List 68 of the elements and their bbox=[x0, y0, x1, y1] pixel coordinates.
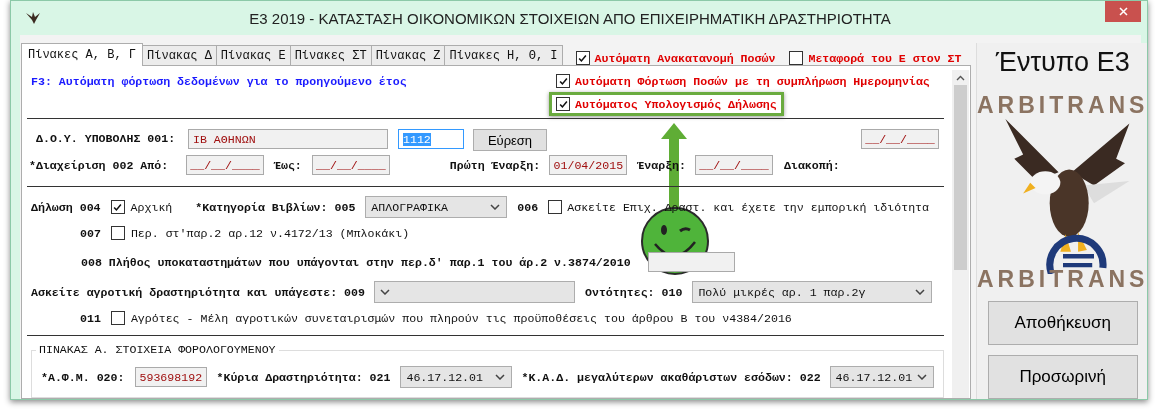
text-field[interactable]: __/__/____ bbox=[186, 155, 264, 175]
tab[interactable]: Πίνακες ΣΤ bbox=[289, 45, 372, 65]
form-title: Έντυπο Ε3 bbox=[995, 47, 1130, 78]
scrollbar[interactable] bbox=[952, 70, 969, 398]
logo-text: ARBITRANS bbox=[977, 92, 1147, 119]
dropdown[interactable]: Πολύ μικρές αρ. 1 παρ.2γ bbox=[692, 281, 933, 303]
caret-icon bbox=[915, 289, 926, 295]
caret-icon bbox=[379, 289, 390, 295]
option-label: Αυτόματος Υπολογισμός Δήλωσης bbox=[575, 97, 777, 111]
window-title: Ε3 2019 - ΚΑΤΑΣΤΑΣΗ ΟΙΚΟΝΟΜΙΚΩΝ ΣΤΟΙΧΕΙΩΝ ΑΠΟ ΕΠΙΧΕΙΡΗΜΑΤΙΚΗ ΔΡΑΣΤΗΡΙΟΤΗΤΑ bbox=[248, 9, 892, 27]
text-field[interactable]: ΙΒ ΑΘΗΝΩΝ bbox=[188, 129, 388, 149]
label: *Κύρια Δραστηριότητα: 021 bbox=[216, 370, 391, 384]
find-button[interactable]: Εύρεση bbox=[473, 129, 547, 151]
label: Δ.Ο.Υ. ΥΠΟΒΟΛΗΣ 001: bbox=[36, 132, 176, 145]
label: Έως: bbox=[274, 158, 302, 172]
checkbox[interactable] bbox=[556, 74, 570, 88]
label: Αγρότες - Μέλη αγροτικών συνεταιρισμών που πληρούν τις προϋποθέσεις του άρθρου Β του ν4384/2016 bbox=[130, 311, 792, 325]
text-field[interactable] bbox=[647, 252, 735, 272]
label: Διακοπή: bbox=[784, 158, 840, 172]
label: *Κ.Α.Δ. μεγαλύτερων ακαθάριστων εσόδων: 022 bbox=[521, 370, 821, 384]
tab[interactable]: Πίνακας Ε bbox=[215, 45, 291, 65]
text-field[interactable]: 593698192 bbox=[134, 367, 207, 387]
option-label: Αυτόματη Φόρτωση Ποσών με τη συμπλήρωση Ημερομηνίας bbox=[575, 74, 930, 88]
label: *Α.Φ.Μ. 020: bbox=[41, 370, 125, 384]
label: *Διαχείριση 002 Από: bbox=[29, 158, 169, 172]
label: Δήλωση 004 bbox=[31, 200, 101, 214]
option-label: Αυτόματη Ανακατανομή Ποσών bbox=[594, 51, 776, 65]
checkbox[interactable] bbox=[789, 51, 804, 65]
option-label: Μεταφορά του Ε στον ΣΤ bbox=[808, 51, 962, 65]
side-button[interactable]: Προσωρινή bbox=[987, 355, 1138, 399]
text-field[interactable]: __/__/____ bbox=[861, 129, 939, 149]
dropdown[interactable]: ΑΠΛΟΓΡΑΦΙΚΑ bbox=[365, 196, 508, 218]
checkbox[interactable] bbox=[110, 226, 125, 240]
label: 011 bbox=[80, 311, 101, 325]
label: *Κατηγορία Βιβλίων: 005 bbox=[195, 200, 356, 214]
caret-icon bbox=[495, 374, 506, 380]
logo-text: ARBITRANS bbox=[977, 266, 1147, 293]
label: Περ. στ'παρ.2 αρ.12 ν.4172/13 (Μπλοκάκι) bbox=[130, 226, 410, 240]
text-field[interactable]: __/__/____ bbox=[311, 155, 390, 175]
tab[interactable]: Πίνακας Ζ bbox=[370, 45, 446, 65]
tab[interactable]: Πίνακες Η, Θ, Ι bbox=[444, 45, 563, 65]
close-button[interactable] bbox=[1105, 1, 1141, 22]
checkbox[interactable] bbox=[110, 311, 125, 325]
text-field[interactable]: 01/04/2015 bbox=[549, 155, 628, 175]
side-button[interactable]: Αποθήκευση bbox=[987, 301, 1138, 345]
label: 008 Πλήθος υποκαταστημάτων που υπάγονται στην περ.δ' παρ.1 του άρ.2 ν.3874/2010 bbox=[81, 255, 631, 269]
eagle-icon bbox=[25, 11, 41, 25]
close-icon bbox=[1118, 7, 1128, 16]
hint-text: F3: Αυτόματη φόρτωση δεδομένων για το προηγούμενο έτος bbox=[31, 74, 408, 88]
label: Αρχική bbox=[130, 200, 173, 214]
tab[interactable]: Πίνακες Α, Β, Γ bbox=[21, 43, 144, 66]
checkbox[interactable] bbox=[110, 200, 125, 214]
caret-icon bbox=[916, 374, 927, 380]
label: Οντότητες: 010 bbox=[584, 285, 683, 299]
caret-icon bbox=[490, 204, 501, 210]
label: 007 bbox=[80, 226, 101, 240]
label: Ασκείτε αγροτική δραστηριότητα και υπάγεστε: 009 bbox=[31, 285, 365, 299]
tab[interactable]: Πίνακας Δ bbox=[142, 45, 217, 65]
checkbox[interactable] bbox=[575, 51, 590, 65]
label: 006 bbox=[517, 200, 539, 214]
text-field[interactable]: __/__/____ bbox=[695, 155, 773, 175]
dropdown[interactable]: 46.17.12.01 bbox=[400, 366, 513, 388]
scroll-up-icon bbox=[956, 75, 965, 81]
dropdown[interactable]: 46.17.12.01 bbox=[829, 366, 934, 388]
checkbox[interactable] bbox=[548, 200, 563, 214]
label: Πρώτη Έναρξη: bbox=[449, 158, 541, 172]
checkbox[interactable] bbox=[556, 97, 570, 111]
group-title: ΠΙΝΑΚΑΣ Α. ΣΤΟΙΧΕΙΑ ΦΟΡΟΛΟΓΟΥΜΕΝΟΥ bbox=[36, 343, 279, 356]
